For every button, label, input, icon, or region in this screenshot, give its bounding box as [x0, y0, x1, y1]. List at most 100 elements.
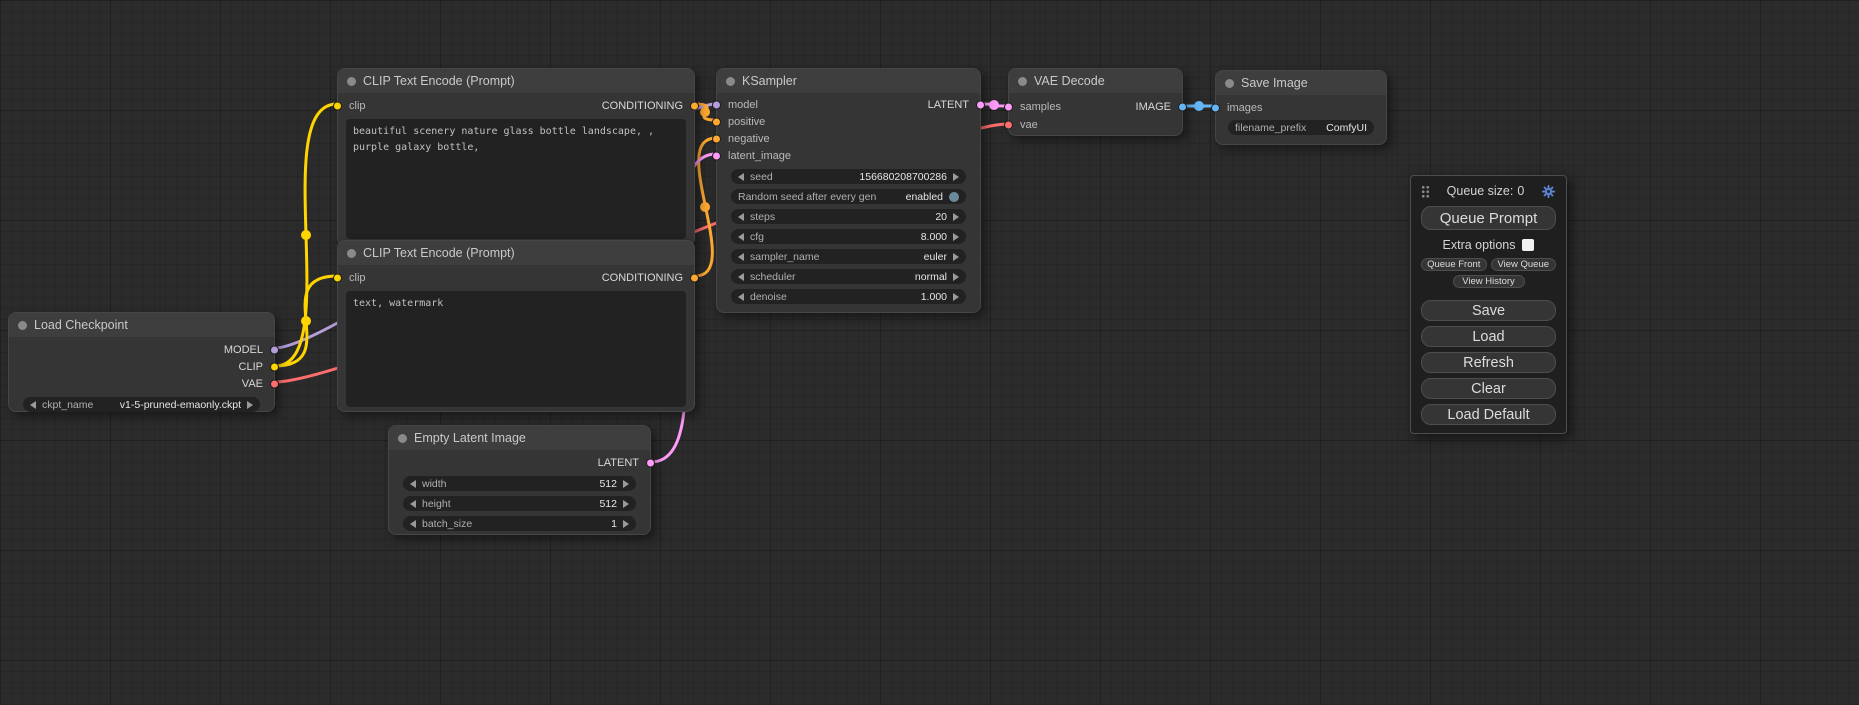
node-title: KSampler [742, 74, 797, 88]
decrement-arrow-icon[interactable] [30, 401, 36, 409]
output-slot-vae: VAE [9, 375, 274, 392]
node-load-checkpoint[interactable]: Load Checkpoint MODEL CLIP VAE ckpt_name… [8, 312, 275, 412]
increment-arrow-icon[interactable] [953, 213, 959, 221]
collapse-dot-icon[interactable] [347, 249, 356, 258]
widget-value: 1 [611, 518, 617, 530]
node-save-image[interactable]: Save Image images filename_prefix ComfyU… [1215, 70, 1387, 145]
widget-cfg[interactable]: cfg 8.000 [731, 229, 966, 244]
collapse-dot-icon[interactable] [347, 77, 356, 86]
widget-value: 20 [935, 211, 947, 223]
load-button[interactable]: Load [1421, 326, 1556, 347]
queue-front-button[interactable]: Queue Front [1421, 258, 1487, 271]
increment-arrow-icon[interactable] [247, 401, 253, 409]
decrement-arrow-icon[interactable] [738, 233, 744, 241]
output-port-vae[interactable] [270, 379, 279, 388]
input-port-clip[interactable] [333, 273, 342, 282]
view-history-button[interactable]: View History [1453, 275, 1525, 288]
input-label: clip [349, 100, 366, 112]
input-port-latent-image[interactable] [712, 151, 721, 160]
widget-sampler-name[interactable]: sampler_name euler [731, 249, 966, 264]
output-label: CONDITIONING [602, 100, 683, 112]
widget-seed[interactable]: seed 156680208700286 [731, 169, 966, 184]
input-port-negative[interactable] [712, 134, 721, 143]
decrement-arrow-icon[interactable] [738, 173, 744, 181]
node-ksampler[interactable]: KSampler model LATENT positive negative … [716, 68, 981, 313]
collapse-dot-icon[interactable] [726, 77, 735, 86]
node-graph-canvas[interactable]: Load Checkpoint MODEL CLIP VAE ckpt_name… [0, 0, 1859, 705]
decrement-arrow-icon[interactable] [410, 520, 416, 528]
node-empty-latent-image[interactable]: Empty Latent Image LATENT width 512 heig… [388, 425, 651, 535]
input-port-vae[interactable] [1004, 121, 1013, 130]
collapse-dot-icon[interactable] [18, 321, 27, 330]
node-title: Empty Latent Image [414, 431, 526, 445]
load-default-button[interactable]: Load Default [1421, 404, 1556, 425]
output-port-model[interactable] [270, 345, 279, 354]
prompt-textarea[interactable]: beautiful scenery nature glass bottle la… [346, 119, 686, 239]
increment-arrow-icon[interactable] [953, 173, 959, 181]
increment-arrow-icon[interactable] [623, 520, 629, 528]
increment-arrow-icon[interactable] [953, 273, 959, 281]
node-title-bar[interactable]: KSampler [717, 69, 980, 93]
output-port-latent[interactable] [646, 458, 655, 467]
node-title-bar[interactable]: Load Checkpoint [9, 313, 274, 337]
increment-arrow-icon[interactable] [623, 500, 629, 508]
input-port-images[interactable] [1211, 103, 1220, 112]
input-label: clip [349, 272, 366, 284]
input-port-positive[interactable] [712, 117, 721, 126]
widget-height[interactable]: height 512 [403, 496, 636, 511]
node-clip-text-encode-negative[interactable]: CLIP Text Encode (Prompt) clip CONDITION… [337, 240, 695, 412]
input-port-samples[interactable] [1004, 103, 1013, 112]
node-title-bar[interactable]: CLIP Text Encode (Prompt) [338, 69, 694, 93]
node-title-bar[interactable]: Empty Latent Image [389, 426, 650, 450]
drag-handle-icon[interactable] [1421, 185, 1430, 198]
refresh-button[interactable]: Refresh [1421, 352, 1556, 373]
settings-gear-icon[interactable] [1541, 184, 1556, 199]
collapse-dot-icon[interactable] [1225, 79, 1234, 88]
collapse-dot-icon[interactable] [398, 434, 407, 443]
widget-filename-prefix[interactable]: filename_prefix ComfyUI [1228, 120, 1374, 135]
increment-arrow-icon[interactable] [953, 233, 959, 241]
increment-arrow-icon[interactable] [953, 293, 959, 301]
output-port-image[interactable] [1178, 103, 1187, 112]
widget-label: batch_size [422, 518, 472, 530]
widget-random-seed[interactable]: Random seed after every gen enabled [731, 189, 966, 204]
widget-ckpt-name[interactable]: ckpt_name v1-5-pruned-emaonly.ckpt [23, 397, 260, 412]
output-slot-clip: CLIP [9, 358, 274, 375]
output-label: VAE [242, 378, 263, 390]
queue-prompt-button[interactable]: Queue Prompt [1421, 206, 1556, 230]
node-title-bar[interactable]: VAE Decode [1009, 69, 1182, 93]
widget-denoise[interactable]: denoise 1.000 [731, 289, 966, 304]
node-clip-text-encode-positive[interactable]: CLIP Text Encode (Prompt) clip CONDITION… [337, 68, 695, 246]
increment-arrow-icon[interactable] [623, 480, 629, 488]
output-label: MODEL [224, 344, 263, 356]
widget-width[interactable]: width 512 [403, 476, 636, 491]
prompt-textarea[interactable]: text, watermark [346, 291, 686, 407]
input-label: model [728, 99, 758, 111]
node-vae-decode[interactable]: VAE Decode samples IMAGE vae [1008, 68, 1183, 136]
input-port-model[interactable] [712, 100, 721, 109]
input-port-clip[interactable] [333, 101, 342, 110]
widget-value: v1-5-pruned-emaonly.ckpt [120, 399, 241, 411]
node-title-bar[interactable]: CLIP Text Encode (Prompt) [338, 241, 694, 265]
widget-steps[interactable]: steps 20 [731, 209, 966, 224]
decrement-arrow-icon[interactable] [410, 480, 416, 488]
node-title-bar[interactable]: Save Image [1216, 71, 1386, 95]
widget-scheduler[interactable]: scheduler normal [731, 269, 966, 284]
widget-batch-size[interactable]: batch_size 1 [403, 516, 636, 531]
decrement-arrow-icon[interactable] [410, 500, 416, 508]
extra-options-checkbox[interactable] [1522, 239, 1534, 251]
decrement-arrow-icon[interactable] [738, 213, 744, 221]
increment-arrow-icon[interactable] [953, 253, 959, 261]
decrement-arrow-icon[interactable] [738, 293, 744, 301]
decrement-arrow-icon[interactable] [738, 273, 744, 281]
output-port-latent[interactable] [976, 100, 985, 109]
output-port-conditioning[interactable] [690, 273, 699, 282]
output-port-conditioning[interactable] [690, 101, 699, 110]
decrement-arrow-icon[interactable] [738, 253, 744, 261]
clear-button[interactable]: Clear [1421, 378, 1556, 399]
output-port-clip[interactable] [270, 362, 279, 371]
collapse-dot-icon[interactable] [1018, 77, 1027, 86]
save-button[interactable]: Save [1421, 300, 1556, 321]
view-queue-button[interactable]: View Queue [1491, 258, 1557, 271]
toggle-icon[interactable] [949, 192, 959, 202]
